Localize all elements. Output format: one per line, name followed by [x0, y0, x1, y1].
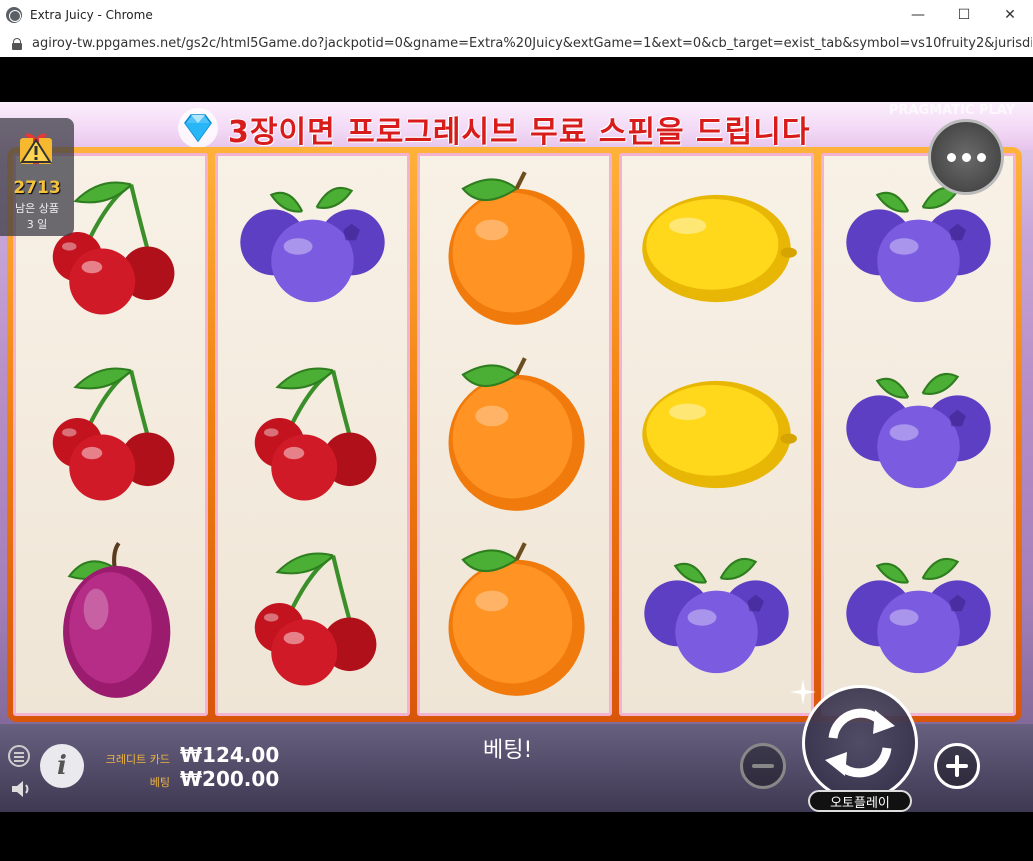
reel-2 [215, 153, 410, 716]
speaker-icon[interactable] [10, 779, 34, 799]
globe-icon [6, 7, 22, 23]
gift-warning-icon [20, 133, 52, 164]
bet-value: ₩200.00 [180, 767, 280, 791]
orange-icon [420, 156, 609, 341]
reel-1 [13, 153, 208, 716]
minimize-button[interactable]: — [895, 0, 941, 30]
hamburger-menu-icon[interactable] [8, 745, 30, 767]
lemon-icon [622, 341, 811, 526]
orange-icon [420, 527, 609, 712]
reel-3 [417, 153, 612, 716]
cherry-icon [218, 527, 407, 712]
more-icon [946, 152, 986, 162]
plum-icon [16, 527, 205, 712]
diamond-icon [178, 108, 218, 148]
increase-bet-button[interactable] [934, 743, 980, 789]
close-button[interactable]: ✕ [987, 0, 1033, 30]
gift-badge[interactable]: 2713 남은 상품 3 일 [0, 118, 74, 236]
cherry-icon [218, 341, 407, 526]
cherry-icon [16, 341, 205, 526]
window-title: Extra Juicy - Chrome [30, 8, 153, 22]
lemon-icon [622, 156, 811, 341]
maximize-button[interactable]: ☐ [941, 0, 987, 30]
bet-label: 베팅 [149, 776, 170, 789]
spin-arrows-icon [825, 708, 895, 778]
address-bar[interactable]: agiroy-tw.ppgames.net/gs2c/html5Game.do?… [0, 30, 1033, 57]
orange-icon [420, 341, 609, 526]
decrease-bet-button[interactable] [740, 743, 786, 789]
reels [13, 153, 1016, 716]
info-button[interactable]: i [40, 744, 84, 788]
blueberry-icon [622, 527, 811, 712]
status-text: 베팅! [483, 738, 533, 763]
autoplay-button[interactable]: 오토플레이 [808, 790, 912, 812]
credit-value: ₩124.00 [180, 743, 280, 767]
reel-4 [619, 153, 814, 716]
menu-button[interactable] [928, 119, 1004, 195]
credit-label: 크레디트 카드 [105, 753, 170, 766]
banner-text: 3장이면 프로그레시브 무료 스핀을 드립니다 [228, 115, 811, 150]
game-area: 3장이면 프로그레시브 무료 스핀을 드립니다 PRAGMATIC PLAY 2… [0, 57, 1033, 861]
blueberry-icon [218, 156, 407, 341]
url-text[interactable]: agiroy-tw.ppgames.net/gs2c/html5Game.do?… [32, 36, 1032, 51]
gift-days: 3 일 [26, 218, 48, 231]
blueberry-icon [824, 341, 1013, 526]
gift-count: 2713 [13, 178, 61, 198]
brand-logo: PRAGMATIC PLAY [888, 103, 1015, 118]
lock-icon [12, 37, 22, 50]
spin-button[interactable] [802, 685, 918, 801]
window-titlebar: Extra Juicy - Chrome — ☐ ✕ [0, 0, 1033, 30]
gift-label: 남은 상품 [15, 202, 59, 215]
reel-5 [821, 153, 1016, 716]
